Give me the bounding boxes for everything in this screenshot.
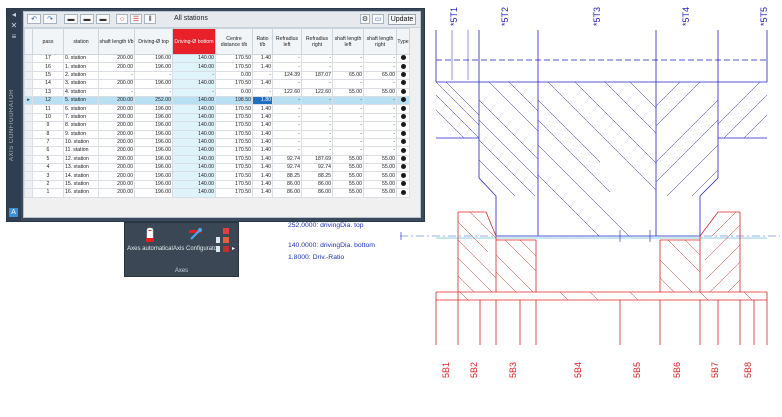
top-roll-hatching [436,82,767,236]
bottom-roll-label: 5B1 [441,361,451,378]
bottom-roll-outline [435,211,768,345]
top-roll-label: *5T2 [500,6,510,26]
top-roll-label: *5T1 [449,6,459,26]
bottom-roll-label: 5B5 [632,361,642,378]
bottom-roll-label: 5B4 [573,361,583,378]
roll-pass-drawing [400,30,780,345]
bottom-roll-label: 5B7 [710,361,720,378]
top-roll-label: *5T3 [592,6,602,26]
bottom-roll-label: 5B2 [469,361,479,378]
top-roll-label: *5T4 [681,6,691,26]
bottom-roll-label: 5B3 [508,361,518,378]
bottom-roll-label: 5B6 [672,361,682,378]
top-roll-outline [435,30,768,237]
top-roll-label: *5T5 [759,6,769,26]
bottom-roll-label: 5B8 [743,361,753,378]
